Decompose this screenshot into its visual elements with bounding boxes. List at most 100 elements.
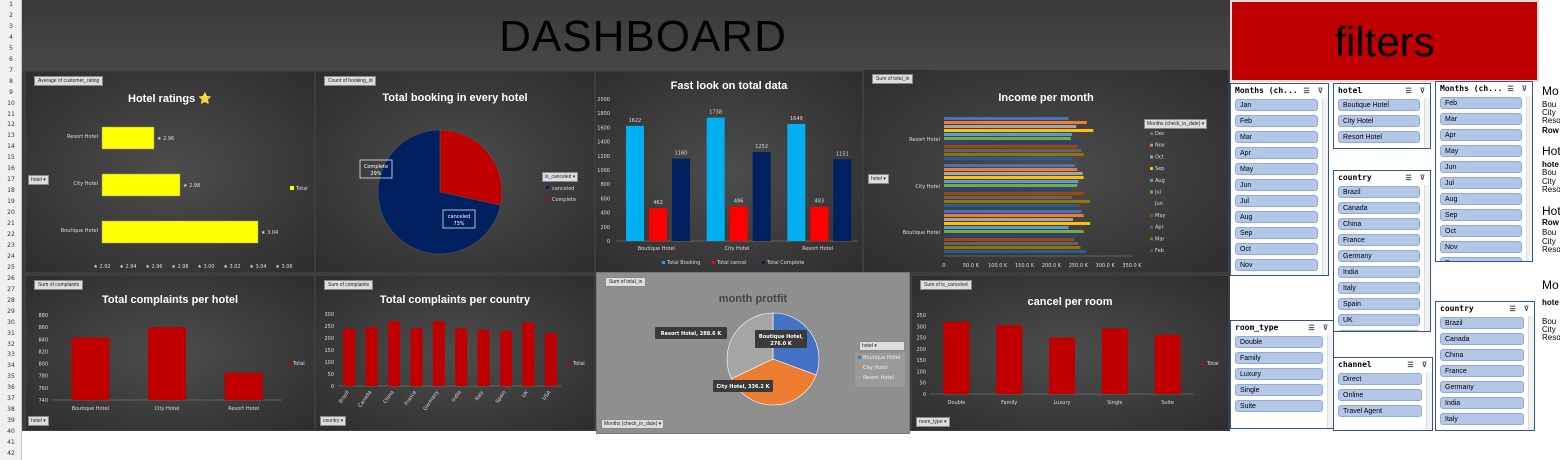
tick-label: 50.0 K xyxy=(963,263,980,269)
slicer-item[interactable]: China xyxy=(1440,349,1524,361)
clear-filter-icon[interactable]: ☰ ⊽ xyxy=(1303,87,1325,95)
category-label: City Hotel xyxy=(73,181,98,187)
slicer-item[interactable]: China xyxy=(1338,218,1420,230)
legend-swatch xyxy=(288,362,291,365)
chart-complaints-per-country[interactable]: Sum of complaints Total complaints per c… xyxy=(316,276,594,430)
bar xyxy=(410,328,423,386)
slicer-scrollbar[interactable] xyxy=(1424,98,1430,148)
legend-swatch xyxy=(1150,190,1153,194)
tick-label: 0 xyxy=(923,392,926,398)
slicer-hotel[interactable]: hotel ☰ ⊽ Boutique Hotel City Hotel Resort H… xyxy=(1333,83,1431,149)
clear-filter-icon[interactable]: ☰ ⊽ xyxy=(1509,305,1531,313)
slicer-item[interactable]: Online xyxy=(1338,389,1422,401)
slicer-item[interactable]: Aug xyxy=(1440,193,1522,205)
chart-cancel-per-room[interactable]: Sum of is_canceled cancel per room room_… xyxy=(912,276,1228,430)
slicer-item[interactable]: Aug xyxy=(1235,211,1318,223)
slicer-item[interactable]: Direct xyxy=(1338,373,1422,385)
slicer-item[interactable]: Dec xyxy=(1440,257,1522,261)
bar xyxy=(944,121,1087,124)
slicer-item[interactable]: Resort Hotel xyxy=(1338,131,1420,143)
slicer-item[interactable]: Germany xyxy=(1440,381,1524,393)
row-number: 7 xyxy=(9,66,13,74)
slicer-item[interactable]: Suite xyxy=(1235,400,1323,412)
slicer-item[interactable]: Italy xyxy=(1338,282,1420,294)
slicer-item[interactable]: Italy xyxy=(1440,413,1524,425)
slicer-room-type[interactable]: room_type ☰ ⊽ Double Family Luxury Single Suit… xyxy=(1230,320,1334,429)
slicer-item[interactable]: Sep xyxy=(1440,209,1522,221)
clear-filter-icon[interactable]: ☰ ⊽ xyxy=(1405,174,1427,182)
bar xyxy=(71,337,110,400)
slicer-item[interactable]: Boutique Hotel xyxy=(1338,99,1420,111)
slicer-item[interactable]: Single xyxy=(1235,384,1323,396)
slicer-item[interactable]: USA xyxy=(1338,330,1420,331)
slicer-item[interactable]: Jun xyxy=(1235,179,1318,191)
slicer-item[interactable]: Feb xyxy=(1235,115,1318,127)
slicer-item[interactable]: City Hotel xyxy=(1338,115,1420,127)
slicer-item[interactable]: Germany xyxy=(1338,250,1420,262)
slicer-item[interactable]: Apr xyxy=(1440,129,1522,141)
slicer-item[interactable]: France xyxy=(1440,365,1524,377)
slicer-item[interactable]: Jul xyxy=(1235,195,1318,207)
slicer-country[interactable]: country ☰ ⊽ Brazil Canada China France Germany… xyxy=(1333,170,1431,332)
slicer-item[interactable]: Mar xyxy=(1235,131,1318,143)
slicer-item[interactable]: Oct xyxy=(1440,225,1522,237)
slicer-scrollbar[interactable] xyxy=(1322,98,1328,275)
slicer-item[interactable]: Nov xyxy=(1235,259,1318,271)
slicer-item[interactable]: Travel Agent xyxy=(1338,405,1422,417)
slicer-item[interactable]: Jan xyxy=(1235,99,1318,111)
chart-fast-look[interactable]: Fast look on total data 0 200 400 600 800 100… xyxy=(596,72,862,272)
slicer-item[interactable]: Sep xyxy=(1235,227,1318,239)
slicer-item[interactable]: May xyxy=(1235,163,1318,175)
legend-swatch xyxy=(1202,362,1205,365)
slicer-months[interactable]: Months (ch... ☰ ⊽ Jan Feb Mar Apr May Jun Jul Aug… xyxy=(1230,83,1329,276)
slicer-item[interactable]: France xyxy=(1338,234,1420,246)
data-label: 1649 xyxy=(790,116,803,122)
slicer-item[interactable]: Brazil xyxy=(1338,186,1420,198)
category-label: Spain xyxy=(495,390,508,405)
slicer-title: channel xyxy=(1338,360,1372,369)
slicer-item[interactable]: India xyxy=(1440,397,1524,409)
slicer-channel[interactable]: channel ☰ ⊽ Direct Online Travel Agent xyxy=(1333,357,1433,431)
category-label: Germany xyxy=(422,390,440,412)
chart-hotel-ratings[interactable]: Average of customer_rating Hotel ratings… xyxy=(26,72,314,272)
slicer-scrollbar[interactable] xyxy=(1424,185,1430,331)
slicer-item[interactable]: Oct xyxy=(1235,243,1318,255)
slicer-country-2[interactable]: country ☰ ⊽ Brazil Canada China France Germany… xyxy=(1435,301,1535,431)
slicer-item[interactable]: Jun xyxy=(1440,161,1522,173)
legend-label: Total xyxy=(1206,361,1219,367)
slicer-item[interactable]: Canada xyxy=(1440,333,1524,345)
clear-filter-icon[interactable]: ☰ ⊽ xyxy=(1407,361,1429,369)
data-label: Boutique Hotel, xyxy=(759,334,803,340)
tick-label: 350 xyxy=(916,313,926,319)
slicer-item[interactable]: May xyxy=(1440,145,1522,157)
slicer-item[interactable]: Apr xyxy=(1235,147,1318,159)
slicer-item[interactable]: Canada xyxy=(1338,202,1420,214)
slicer-item[interactable]: Mar xyxy=(1440,113,1522,125)
chart-total-booking[interactable]: Count of booking_id Total booking in eve… xyxy=(316,72,594,272)
clear-filter-icon[interactable]: ☰ ⊽ xyxy=(1405,87,1427,95)
slicer-item[interactable]: Spain xyxy=(1338,298,1420,310)
clear-filter-icon[interactable]: ☰ ⊽ xyxy=(1507,85,1529,93)
slicer-months-2[interactable]: Months (ch... ☰ ⊽ Feb Mar Apr May Jun Jul Aug Sep… xyxy=(1435,81,1533,262)
chart-income-per-month[interactable]: Sum of total_in Income per month hotel ▾… xyxy=(864,70,1228,272)
slicer-scrollbar[interactable] xyxy=(1528,316,1534,430)
slicer-item[interactable]: Nov xyxy=(1440,241,1522,253)
tick-label: 1600 xyxy=(597,125,610,131)
slicer-scrollbar[interactable] xyxy=(1526,96,1532,261)
slicer-item[interactable]: Double xyxy=(1235,336,1323,348)
chart-month-profit[interactable]: Sum of total_in month protfit Months (ch… xyxy=(596,272,910,434)
slicer-item[interactable]: Feb xyxy=(1440,97,1522,109)
slicer-item[interactable]: Luxury xyxy=(1235,368,1323,380)
slicer-scrollbar[interactable] xyxy=(1426,372,1432,430)
slicer-item[interactable]: India xyxy=(1338,266,1420,278)
chart-complaints-per-hotel[interactable]: Sum of complaints Total complaints per h… xyxy=(26,276,314,430)
slicer-item[interactable]: UK xyxy=(1338,314,1420,326)
bar xyxy=(101,126,155,150)
slicer-item[interactable]: Family xyxy=(1235,352,1323,364)
slicer-item[interactable]: Brazil xyxy=(1440,317,1524,329)
slicer-item[interactable]: Dec xyxy=(1235,275,1318,276)
bar xyxy=(833,159,852,241)
slicer-item[interactable]: Jul xyxy=(1440,177,1522,189)
slicer-title: country xyxy=(1440,304,1474,313)
clear-filter-icon[interactable]: ☰ ⊽ xyxy=(1308,324,1330,332)
